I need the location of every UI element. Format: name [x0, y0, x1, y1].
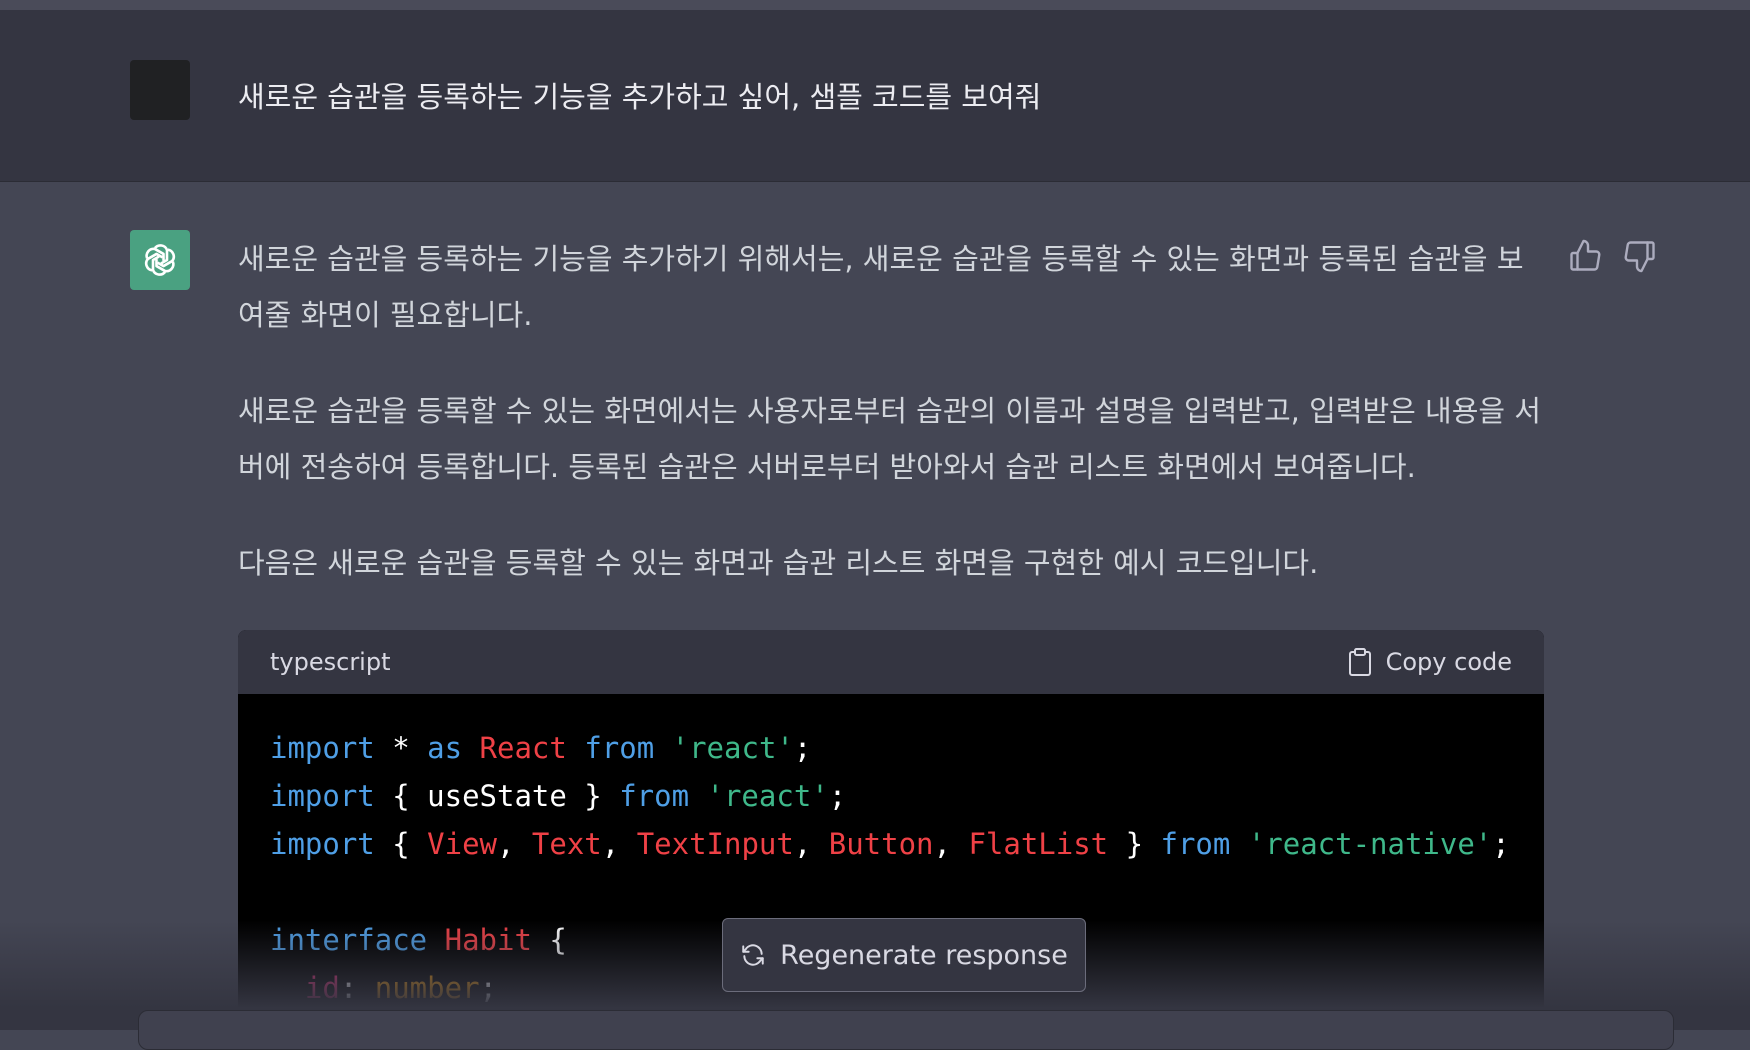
assistant-paragraph: 새로운 습관을 등록하는 기능을 추가하기 위해서는, 새로운 습관을 등록할 … [238, 242, 1524, 332]
assistant-paragraph: 새로운 습관을 등록할 수 있는 화면에서는 사용자로부터 습관의 이름과 설명… [238, 394, 1541, 484]
copy-code-label: Copy code [1385, 648, 1512, 676]
thumbs-down-icon[interactable] [1622, 238, 1658, 274]
copy-code-button[interactable]: Copy code [1348, 647, 1512, 677]
user-message: 새로운 습관을 등록하는 기능을 추가하고 싶어, 샘플 코드를 보여줘 [238, 80, 1042, 114]
assistant-message-row: 새로운 습관을 등록하는 기능을 추가하기 위해서는, 새로운 습관을 등록할 … [0, 182, 1750, 1030]
top-strip [0, 0, 1750, 10]
thumbs-up-icon[interactable] [1567, 238, 1603, 274]
clipboard-icon [1348, 648, 1371, 676]
code-language-label: typescript [270, 648, 391, 676]
regenerate-label: Regenerate response [780, 939, 1068, 971]
refresh-icon [742, 944, 764, 966]
user-message-row: 새로운 습관을 등록하는 기능을 추가하고 싶어, 샘플 코드를 보여줘 [0, 10, 1750, 182]
code-block-header: typescript Copy code [238, 630, 1544, 694]
assistant-paragraph: 다음은 새로운 습관을 등록할 수 있는 화면과 습관 리스트 화면을 구현한 … [238, 546, 1319, 580]
user-avatar [130, 60, 190, 120]
message-composer[interactable] [138, 1010, 1674, 1050]
chatgpt-logo-icon [130, 230, 190, 290]
regenerate-response-button[interactable]: Regenerate response [722, 918, 1086, 992]
